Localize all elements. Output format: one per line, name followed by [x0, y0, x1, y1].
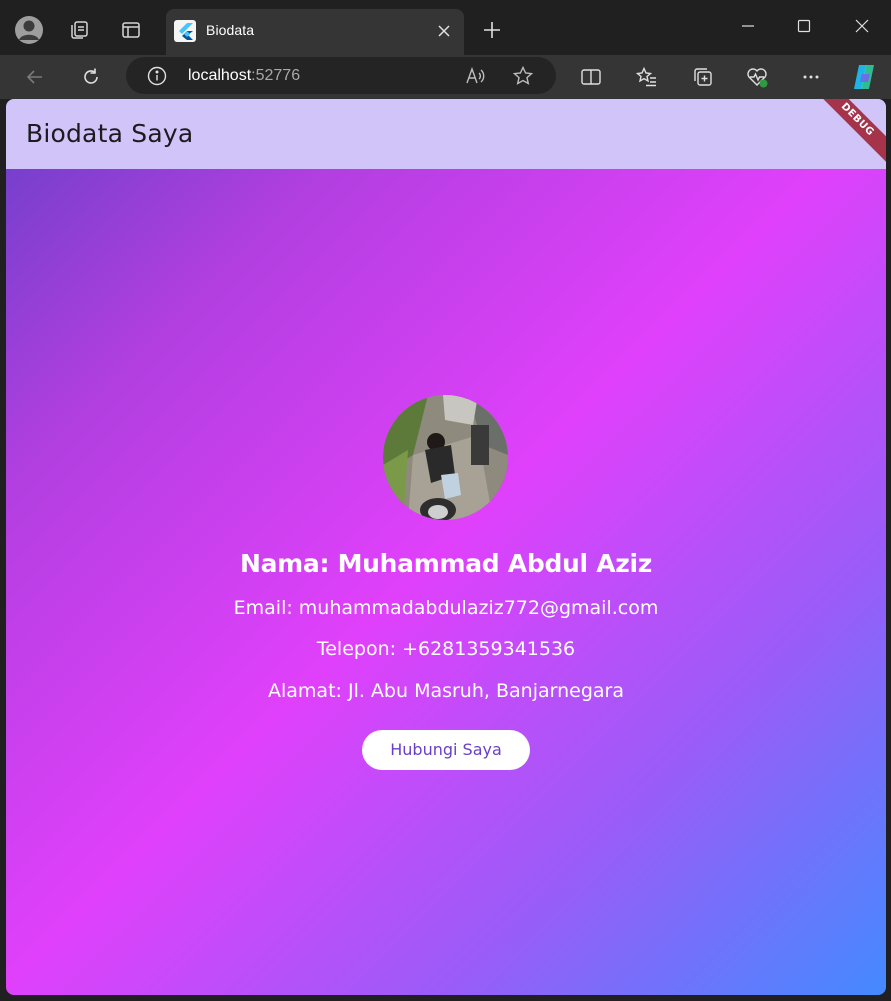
reload-icon[interactable]	[74, 60, 108, 94]
read-aloud-icon[interactable]	[462, 63, 488, 89]
url-port: :52776	[251, 67, 301, 84]
tab-biodata[interactable]: Biodata	[166, 9, 464, 55]
profile-address: Alamat: Jl. Abu Masruh, Banjarnegara	[268, 680, 624, 702]
app-bar: Biodata Saya	[6, 99, 886, 169]
url-host: localhost	[188, 67, 252, 84]
tab-title: Biodata	[206, 22, 255, 38]
flutter-favicon-icon	[174, 20, 196, 42]
browser-tab-bar: Biodata	[0, 0, 891, 55]
copilot-icon[interactable]	[846, 59, 882, 95]
vertical-tabs-icon[interactable]	[114, 13, 148, 47]
site-info-icon[interactable]	[146, 65, 168, 87]
profile-avatar	[383, 395, 508, 520]
profile-phone: Telepon: +6281359341536	[316, 638, 576, 660]
collections-icon[interactable]	[686, 60, 720, 94]
new-tab-icon[interactable]	[476, 14, 508, 46]
workspaces-icon[interactable]	[62, 13, 96, 47]
favorites-list-icon[interactable]	[630, 60, 664, 94]
back-arrow-icon[interactable]	[18, 60, 52, 94]
browser-toolbar: localhost:52776	[0, 55, 891, 99]
window-close-icon[interactable]	[842, 8, 882, 44]
minimize-icon[interactable]	[728, 8, 768, 44]
page-viewport: Biodata Saya DEBUG Nama: Muhammad Abdul …	[6, 99, 886, 995]
browser-essentials-icon[interactable]	[740, 60, 774, 94]
split-screen-icon[interactable]	[574, 60, 608, 94]
more-options-icon[interactable]	[794, 60, 828, 94]
contact-me-button[interactable]: Hubungi Saya	[362, 730, 530, 770]
url-text: localhost:52776	[188, 67, 300, 85]
favorite-star-icon[interactable]	[510, 63, 536, 89]
profile-name: Nama: Muhammad Abdul Aziz	[239, 549, 653, 578]
profile-content: Nama: Muhammad Abdul Aziz Email: muhamma…	[6, 169, 886, 995]
address-bar[interactable]: localhost:52776	[126, 57, 556, 94]
profile-email: Email: muhammadabdulaziz772@gmail.com	[233, 597, 659, 619]
maximize-icon[interactable]	[784, 8, 824, 44]
tab-close-icon[interactable]	[432, 19, 456, 43]
app-title: Biodata Saya	[26, 119, 194, 148]
profile-icon[interactable]	[10, 11, 48, 49]
